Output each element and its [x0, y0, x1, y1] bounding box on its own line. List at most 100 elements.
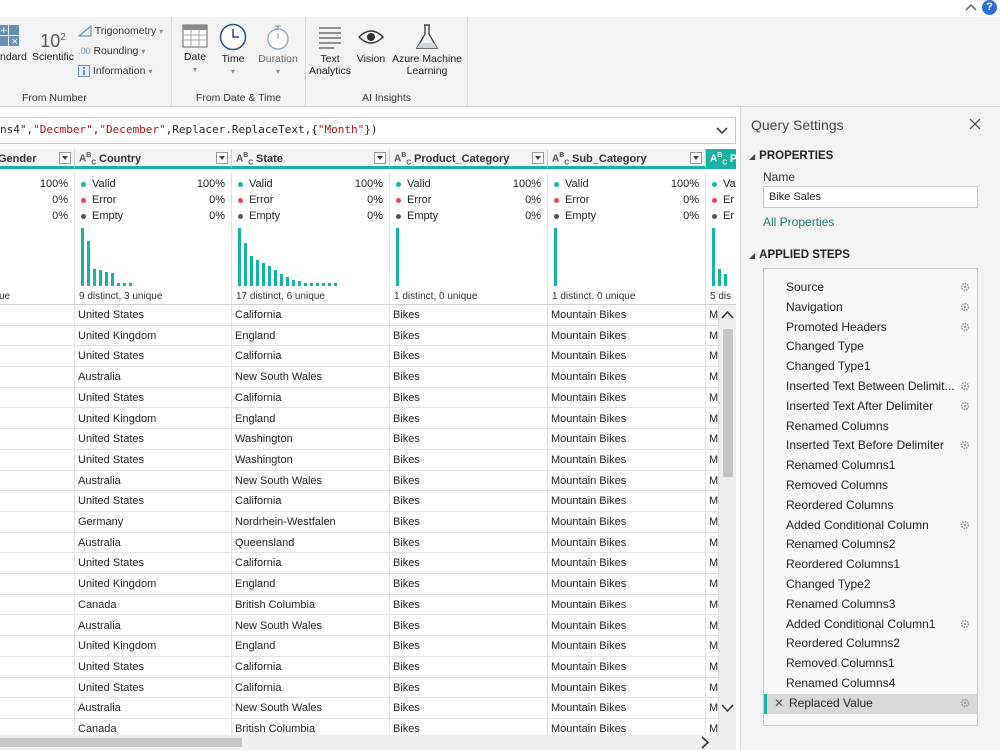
table-cell[interactable]: Bikes — [390, 470, 548, 492]
filter-dropdown-icon[interactable] — [59, 152, 71, 164]
table-cell[interactable]: Mountain Bikes — [548, 449, 706, 471]
table-cell[interactable] — [0, 512, 75, 533]
table-cell[interactable] — [0, 470, 75, 492]
histogram-bar[interactable] — [712, 228, 715, 286]
table-row[interactable]: Germany Nordrhein-Westfalen Bikes Mountain … — [0, 512, 736, 533]
gear-icon[interactable] — [959, 321, 971, 333]
table-cell[interactable]: M — [706, 429, 719, 450]
table-cell[interactable]: Bikes — [390, 594, 548, 616]
gear-icon[interactable] — [959, 519, 971, 531]
filter-dropdown-icon[interactable] — [532, 152, 544, 164]
applied-step[interactable]: Inserted Text Before Delimiter — [764, 436, 977, 456]
formula-bar[interactable]: ns4","Decmber","December",Replacer.Repla… — [0, 117, 736, 144]
table-cell[interactable]: Mountain Bikes — [548, 387, 706, 409]
histogram-bar[interactable] — [718, 268, 721, 286]
table-cell[interactable]: United States — [75, 305, 232, 326]
table-cell[interactable]: M — [706, 325, 719, 347]
histogram-bar[interactable] — [304, 282, 307, 286]
applied-step[interactable]: Renamed Columns1 — [764, 456, 977, 476]
applied-step[interactable]: Renamed Columns2 — [764, 535, 977, 555]
table-cell[interactable] — [0, 387, 75, 409]
table-cell[interactable]: M — [706, 636, 719, 657]
time-button[interactable]: Time ▾ — [216, 23, 250, 78]
applied-step[interactable]: Removed Columns — [764, 476, 977, 496]
table-cell[interactable]: California — [232, 305, 390, 326]
histogram-bar[interactable] — [117, 282, 120, 286]
table-cell[interactable]: New South Wales — [232, 367, 390, 388]
table-cell[interactable]: M — [706, 615, 719, 637]
table-cell[interactable] — [0, 346, 75, 368]
table-row[interactable]: United States California Bikes Mountain Bik… — [0, 656, 736, 678]
histogram-bar[interactable] — [322, 282, 325, 286]
table-cell[interactable]: California — [232, 553, 390, 575]
table-row[interactable]: United States California Bikes Mountain Bik… — [0, 387, 736, 409]
column-header-state[interactable]: ABC State — [232, 149, 390, 169]
table-row[interactable]: United Kingdom England Bikes Mountain Bikes… — [0, 574, 736, 595]
table-cell[interactable]: M — [706, 532, 719, 554]
table-cell[interactable] — [0, 429, 75, 450]
table-cell[interactable] — [0, 325, 75, 347]
histogram-bar[interactable] — [111, 273, 114, 286]
table-row[interactable]: United Kingdom England Bikes Mountain Bikes… — [0, 636, 736, 657]
table-cell[interactable]: Bikes — [390, 698, 548, 719]
table-cell[interactable]: Mountain Bikes — [548, 698, 706, 719]
table-cell[interactable]: M — [706, 387, 719, 409]
table-cell[interactable]: M — [706, 512, 719, 533]
histogram-bar[interactable] — [105, 271, 108, 286]
properties-section-header[interactable]: ◢ PROPERTIES — [749, 150, 833, 162]
table-cell[interactable]: California — [232, 387, 390, 409]
table-cell[interactable]: Germany — [75, 512, 232, 533]
histogram-bar[interactable] — [310, 282, 313, 286]
table-cell[interactable]: Australia — [75, 698, 232, 719]
table-cell[interactable]: Mountain Bikes — [548, 305, 706, 326]
table-cell[interactable]: Mountain Bikes — [548, 512, 706, 533]
histogram-bar[interactable] — [81, 228, 84, 286]
table-cell[interactable]: M — [706, 346, 719, 368]
histogram-bar[interactable] — [298, 281, 301, 286]
table-cell[interactable]: M — [706, 491, 719, 512]
table-cell[interactable]: Mountain Bikes — [548, 367, 706, 388]
table-cell[interactable]: United States — [75, 346, 232, 368]
text-type-icon[interactable]: ABC — [394, 152, 411, 166]
table-row[interactable]: United Kingdom England Bikes Mountain Bikes… — [0, 325, 736, 347]
table-cell[interactable]: Bikes — [390, 553, 548, 575]
table-cell[interactable]: Nordrhein-Westfalen — [232, 512, 390, 533]
table-row[interactable]: Canada British Columbia Bikes Mountain Bike… — [0, 594, 736, 616]
table-cell[interactable]: England — [232, 325, 390, 347]
table-cell[interactable]: Bikes — [390, 325, 548, 347]
table-cell[interactable]: Bikes — [390, 387, 548, 409]
table-row[interactable]: United States California Bikes Mountain Bik… — [0, 491, 736, 512]
horizontal-scroll-thumb[interactable] — [0, 738, 242, 747]
table-cell[interactable]: Mountain Bikes — [548, 408, 706, 430]
table-cell[interactable]: United States — [75, 491, 232, 512]
table-cell[interactable]: M — [706, 594, 719, 616]
gear-icon[interactable] — [959, 301, 971, 313]
table-cell[interactable]: Bikes — [390, 512, 548, 533]
table-row[interactable]: Australia New South Wales Bikes Mountain Bi… — [0, 367, 736, 388]
histogram-bar[interactable] — [292, 280, 295, 286]
table-cell[interactable]: Australia — [75, 470, 232, 492]
text-type-icon[interactable]: ABC — [79, 152, 96, 166]
table-cell[interactable] — [0, 677, 75, 699]
table-cell[interactable]: Bikes — [390, 491, 548, 512]
query-name-input[interactable] — [763, 186, 978, 208]
table-cell[interactable]: California — [232, 346, 390, 368]
histogram-bar[interactable] — [274, 269, 277, 286]
table-cell[interactable]: United States — [75, 677, 232, 699]
table-cell[interactable] — [0, 698, 75, 719]
histogram-bar[interactable] — [268, 265, 271, 286]
table-row[interactable]: United States California Bikes Mountain Bik… — [0, 346, 736, 368]
table-cell[interactable]: British Columbia — [232, 594, 390, 616]
applied-step[interactable]: Reordered Columns2 — [764, 634, 977, 654]
table-cell[interactable]: Bikes — [390, 574, 548, 595]
table-cell[interactable]: M — [706, 408, 719, 430]
table-cell[interactable]: Canada — [75, 594, 232, 616]
table-cell[interactable]: Bikes — [390, 408, 548, 430]
applied-step[interactable]: Inserted Text Between Delimit... — [764, 377, 977, 397]
column-header-selected[interactable]: ABC P — [706, 149, 736, 169]
table-cell[interactable]: United Kingdom — [75, 636, 232, 657]
table-cell[interactable]: New South Wales — [232, 698, 390, 719]
text-type-icon[interactable]: ABC — [236, 152, 253, 166]
chevron-up-icon[interactable] — [964, 1, 978, 15]
vertical-scroll-thumb[interactable] — [723, 329, 733, 477]
